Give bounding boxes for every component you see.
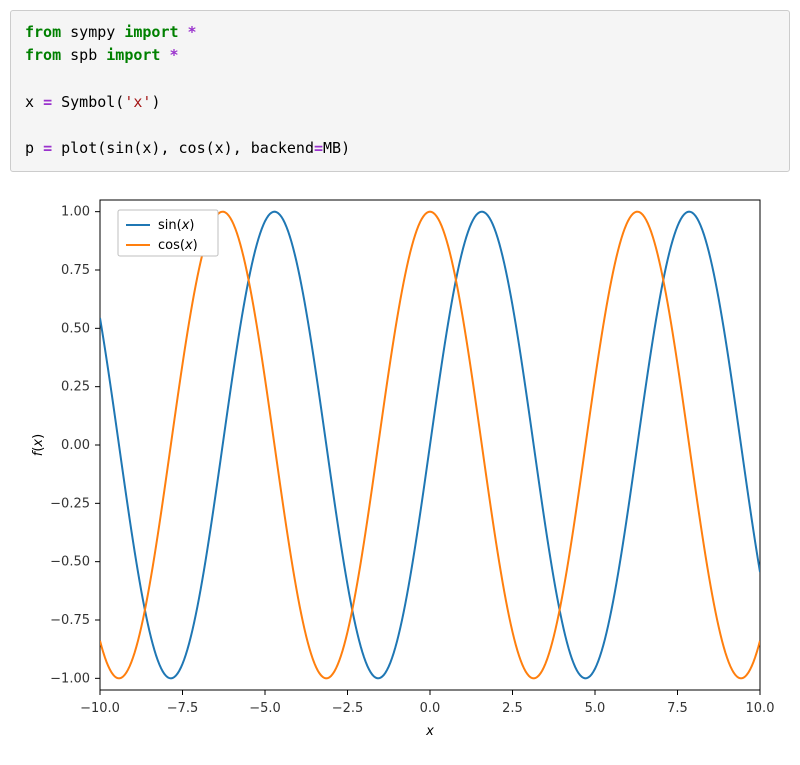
- equals-operator: =: [43, 139, 52, 157]
- y-tick-label: 0.25: [61, 379, 90, 394]
- y-tick-label: −0.75: [50, 613, 90, 628]
- x-axis-label: x: [425, 724, 434, 739]
- x-tick-label: −5.0: [249, 701, 281, 716]
- module-name: sympy: [61, 23, 124, 41]
- x-tick-label: 10.0: [746, 701, 775, 716]
- code-cell: from sympy import * from spb import * x …: [10, 10, 790, 172]
- star-operator: *: [179, 23, 197, 41]
- y-tick-label: 1.00: [61, 204, 90, 219]
- legend-label-sin: sin(x): [158, 218, 194, 233]
- keyword-from: from: [25, 46, 61, 64]
- x-tick-label: 5.0: [585, 701, 606, 716]
- x-tick-label: 2.5: [502, 701, 523, 716]
- star-operator: *: [160, 46, 178, 64]
- x-tick-label: 0.0: [420, 701, 441, 716]
- chart-svg: −10.0 −7.5 −5.0 −2.5 0.0 2.5 5.0 7.5 10.0 −1.00 −0…: [20, 190, 780, 745]
- x-tick-label: −10.0: [80, 701, 120, 716]
- equals-operator: =: [43, 93, 52, 111]
- variable-p: p: [25, 139, 43, 157]
- equals-operator: =: [314, 139, 323, 157]
- chart-output: −10.0 −7.5 −5.0 −2.5 0.0 2.5 5.0 7.5 10.0 −1.00 −0…: [20, 190, 780, 745]
- string-literal: 'x': [124, 93, 151, 111]
- y-tick-label: 0.50: [61, 321, 90, 336]
- module-name: spb: [61, 46, 106, 64]
- x-tick-label: 7.5: [667, 701, 688, 716]
- y-tick-label: −0.25: [50, 496, 90, 511]
- symbol-call: Symbol(: [52, 93, 124, 111]
- close-paren: ): [151, 93, 160, 111]
- keyword-from: from: [25, 23, 61, 41]
- y-tick-label: −1.00: [50, 671, 90, 686]
- x-tick-label: −7.5: [167, 701, 199, 716]
- plot-call: plot(sin(x), cos(x), backend: [52, 139, 314, 157]
- variable-x: x: [25, 93, 43, 111]
- x-tick-label: −2.5: [332, 701, 364, 716]
- y-tick-label: −0.50: [50, 554, 90, 569]
- y-axis-label: f(x): [31, 433, 46, 455]
- legend-label-cos: cos(x): [158, 238, 198, 253]
- keyword-import: import: [106, 46, 160, 64]
- backend-arg: MB): [323, 139, 350, 157]
- y-tick-label: 0.75: [61, 263, 90, 278]
- keyword-import: import: [124, 23, 178, 41]
- series-line-sin: [100, 211, 760, 678]
- y-tick-label: 0.00: [61, 438, 90, 453]
